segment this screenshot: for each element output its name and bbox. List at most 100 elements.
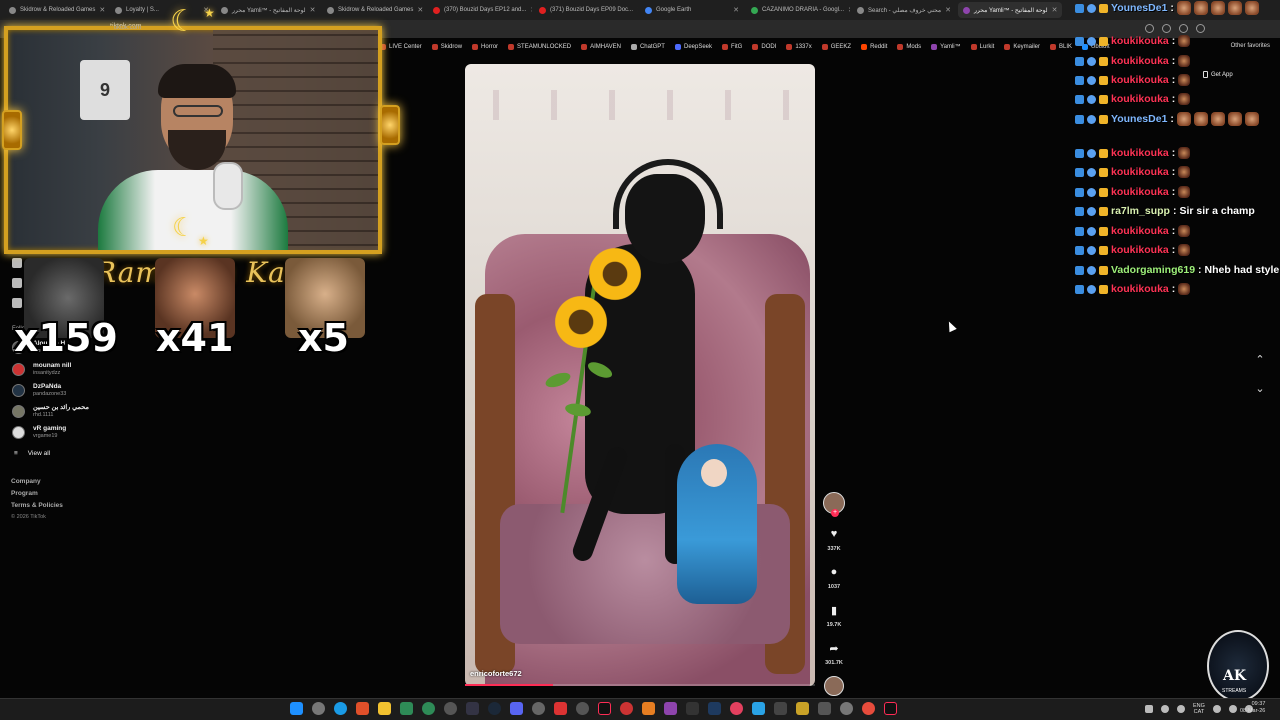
tiktok-video[interactable]	[465, 64, 815, 686]
chat-username[interactable]: koukikouka	[1111, 283, 1169, 295]
bookmark[interactable]: GEEKZ	[821, 44, 851, 50]
bookmark[interactable]: AIMHAVEN	[581, 44, 621, 50]
app-icon[interactable]	[686, 702, 699, 715]
chat-username[interactable]: koukikouka	[1111, 166, 1169, 178]
close-icon[interactable]: ✕	[99, 6, 105, 14]
bookmark[interactable]: Lurkit	[970, 44, 994, 50]
folder-icon[interactable]	[378, 702, 391, 715]
app-icon[interactable]	[466, 702, 479, 715]
taskbar-clock[interactable]: 09:37 08-Mar-26	[1240, 701, 1265, 715]
chat-username[interactable]: YounesDe1	[1111, 113, 1167, 125]
app-icon[interactable]	[818, 702, 831, 715]
tiktok-icon[interactable]	[598, 702, 611, 715]
close-icon[interactable]: ✕	[310, 6, 316, 14]
extensions-icon[interactable]	[1145, 24, 1154, 33]
obs-icon[interactable]	[862, 702, 875, 715]
bookmark[interactable]: STEAMUNLOCKED	[508, 44, 571, 50]
close-icon[interactable]: ✕	[637, 6, 638, 14]
browser-tab[interactable]: Skidrow & Reloaded Games ✕	[4, 2, 108, 18]
browser-tab[interactable]: Skidrow & Reloaded Games ✕	[322, 2, 426, 18]
chat-username[interactable]: Vadorgaming619	[1111, 264, 1195, 276]
chevron-up-icon[interactable]: ⌃	[1254, 354, 1266, 366]
other-favorites[interactable]: Other favorites	[1231, 43, 1270, 49]
browser-tab[interactable]: Loyalty | S... ✕	[110, 2, 214, 18]
chevron-up-icon[interactable]	[1145, 705, 1153, 713]
footer-link-program[interactable]: Program	[11, 490, 63, 497]
chat-username[interactable]: koukikouka	[1111, 225, 1169, 237]
video-progress-bar[interactable]	[465, 684, 815, 686]
profile-icon[interactable]	[1196, 24, 1205, 33]
browser-tab[interactable]: محرر Yamli™ - لوحة المفاتيح ✕	[216, 2, 320, 18]
close-icon[interactable]: ✕	[733, 6, 739, 14]
bookmark-icon[interactable]: ▮	[826, 602, 842, 618]
follow-plus-icon[interactable]: +	[831, 509, 839, 517]
bookmark[interactable]: LIVE Center	[380, 44, 422, 50]
speaker-icon[interactable]	[1161, 705, 1169, 713]
chat-username[interactable]: koukikouka	[1111, 147, 1169, 159]
app-icon[interactable]	[576, 702, 589, 715]
volume-icon[interactable]	[1228, 705, 1237, 713]
app-icon[interactable]	[796, 702, 809, 715]
app-icon[interactable]	[664, 702, 677, 715]
network-icon[interactable]	[1177, 705, 1185, 713]
tiktok-live-icon[interactable]	[884, 702, 897, 715]
music-disc-avatar[interactable]	[824, 676, 844, 696]
chat-username[interactable]: koukikouka	[1111, 55, 1169, 67]
browser-tab[interactable]: Google Earth ✕	[640, 2, 744, 18]
bookmark[interactable]: FitG	[722, 44, 742, 50]
bookmark[interactable]: BLIK	[1050, 44, 1072, 50]
chat-username[interactable]: koukikouka	[1111, 74, 1169, 86]
app-icon[interactable]	[642, 702, 655, 715]
chat-username[interactable]: koukikouka	[1111, 93, 1169, 105]
heart-icon[interactable]: ♥	[826, 526, 842, 542]
browser-tab[interactable]: (371) Bouzid Days EP09 Doc...✕	[534, 2, 638, 18]
browser-tab[interactable]: Search - محني خروف مصلي ✕	[852, 2, 956, 18]
bookmark[interactable]: Yamli™	[931, 44, 961, 50]
video-author[interactable]: enricoforte672	[470, 669, 522, 678]
friends-icon[interactable]	[12, 278, 22, 288]
creator-avatar[interactable]: +	[823, 492, 845, 517]
explore-icon[interactable]	[12, 258, 22, 268]
xbox-icon[interactable]	[422, 702, 435, 715]
app-icon[interactable]	[774, 702, 787, 715]
app-icon[interactable]	[400, 702, 413, 715]
chevron-down-icon[interactable]: ⌄	[1254, 383, 1266, 395]
chat-username[interactable]: koukikouka	[1111, 186, 1169, 198]
close-icon[interactable]: ✕	[848, 6, 850, 14]
app-icon[interactable]	[444, 702, 457, 715]
close-icon[interactable]: ✕	[1052, 6, 1058, 14]
app-icon[interactable]	[532, 702, 545, 715]
discord-icon[interactable]	[510, 702, 523, 715]
app-icon[interactable]	[620, 702, 633, 715]
bookmark[interactable]: DeepSeek	[674, 44, 712, 50]
brave-icon[interactable]	[356, 702, 369, 715]
chat-username[interactable]: koukikouka	[1111, 35, 1169, 47]
bookmark[interactable]: DODI	[752, 44, 776, 50]
bookmark[interactable]: Horror	[472, 44, 498, 50]
favorites-icon[interactable]	[1162, 24, 1171, 33]
language-indicator[interactable]: ENG CAT	[1193, 703, 1205, 715]
close-icon[interactable]: ✕	[945, 6, 951, 14]
search-icon[interactable]	[312, 702, 325, 715]
chat-username[interactable]: koukikouka	[1111, 244, 1169, 256]
browser-tab[interactable]: (370) Bouzid Days EP12 and...✕	[428, 2, 532, 18]
chat-username[interactable]: ra7lm_supp	[1111, 205, 1170, 217]
get-app-button[interactable]: Get App	[1203, 71, 1233, 78]
app-icon[interactable]	[730, 702, 743, 715]
app-icon[interactable]	[708, 702, 721, 715]
followed-account[interactable]: DzPaNda pandazone33	[12, 383, 66, 398]
bookmark[interactable]: Skidrow	[431, 44, 462, 50]
bookmark[interactable]: Reddit	[861, 44, 887, 50]
more-icon[interactable]	[12, 298, 22, 308]
app-icon[interactable]	[554, 702, 567, 715]
start-icon[interactable]	[290, 702, 303, 715]
settings-icon[interactable]	[1179, 24, 1188, 33]
edge-icon[interactable]	[334, 702, 347, 715]
steam-icon[interactable]	[488, 702, 501, 715]
footer-link-company[interactable]: Company	[11, 478, 63, 485]
bookmark[interactable]: ChatGPT	[630, 44, 665, 50]
followed-account[interactable]: محمي رائد بن حسين rhd.1111	[12, 404, 89, 419]
wifi-icon[interactable]	[1212, 705, 1221, 713]
comment-icon[interactable]: ●	[826, 564, 842, 580]
bookmark[interactable]: 1337x	[786, 44, 812, 50]
